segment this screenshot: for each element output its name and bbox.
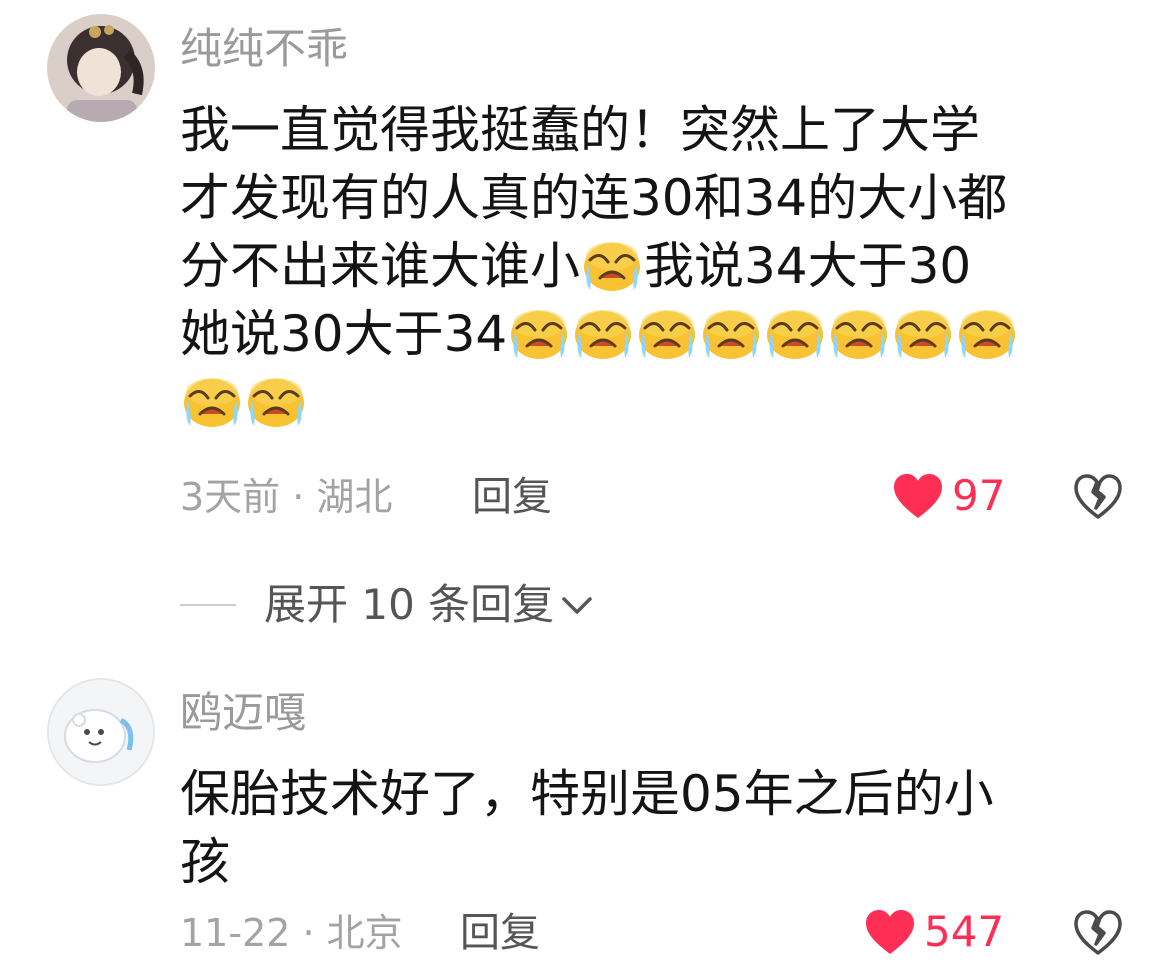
username[interactable]: 纯纯不乖 xyxy=(180,28,348,70)
crying-face-icon xyxy=(573,308,633,360)
like-button[interactable]: 97 xyxy=(892,472,1005,520)
expand-replies-button[interactable]: 展开 10 条回复 xyxy=(180,584,594,626)
comment-line: 保胎技术好了，特别是05年之后的小 xyxy=(180,765,994,823)
comment-meta: 3天前 · 湖北 xyxy=(180,475,393,519)
username[interactable]: 鸥迈嘎 xyxy=(180,692,306,734)
comment-line-text: 分不出来谁大谁小 xyxy=(180,237,580,295)
comment-line: 她说30大于34 xyxy=(180,300,1130,368)
like-count: 547 xyxy=(924,907,1005,956)
crying-face-icon xyxy=(701,308,761,360)
comment-line: 我一直觉得我挺蠢的！突然上了大学 xyxy=(180,101,980,159)
crying-face-icon xyxy=(765,308,825,360)
heart-icon xyxy=(864,908,916,956)
reply-button[interactable]: 回复 xyxy=(472,477,552,517)
crying-face-icon xyxy=(246,376,306,428)
crying-face-icon xyxy=(582,240,642,292)
broken-heart-icon[interactable] xyxy=(1072,908,1124,956)
reply-button[interactable]: 回复 xyxy=(460,913,540,953)
like-button[interactable]: 547 xyxy=(864,908,1004,956)
comment-line-text: 我说34大于30 xyxy=(644,237,972,295)
comment-line: 分不出来谁大谁小 我说34大于30 xyxy=(180,232,1130,300)
like-count: 97 xyxy=(952,471,1006,520)
crying-face-icon xyxy=(893,308,953,360)
chevron-down-icon xyxy=(562,597,592,614)
crying-face-icon xyxy=(637,308,697,360)
crying-face-icon xyxy=(182,376,242,428)
comment-list: 纯纯不乖 我一直觉得我挺蠢的！突然上了大学 才发现有的人真的连30和34的大小都… xyxy=(0,0,1170,973)
crying-face-icon xyxy=(829,308,889,360)
avatar[interactable] xyxy=(47,14,155,122)
heart-icon xyxy=(892,472,944,520)
broken-heart-icon[interactable] xyxy=(1072,472,1124,520)
comment-text: 我一直觉得我挺蠢的！突然上了大学 才发现有的人真的连30和34的大小都 分不出来… xyxy=(180,96,1130,436)
divider xyxy=(180,604,236,606)
comment-line-text: 她说30大于34 xyxy=(180,305,508,363)
comment-line xyxy=(180,368,1130,436)
expand-replies-label: 展开 10 条回复 xyxy=(264,580,555,629)
comment-line: 孩 xyxy=(180,833,230,891)
crying-face-icon xyxy=(957,308,1017,360)
crying-face-icon xyxy=(509,308,569,360)
comment-meta: 11-22 · 北京 xyxy=(180,911,403,955)
comment-line: 才发现有的人真的连30和34的大小都 xyxy=(180,169,1008,227)
avatar[interactable] xyxy=(47,678,155,786)
comment-text: 保胎技术好了，特别是05年之后的小 孩 xyxy=(180,760,1130,896)
